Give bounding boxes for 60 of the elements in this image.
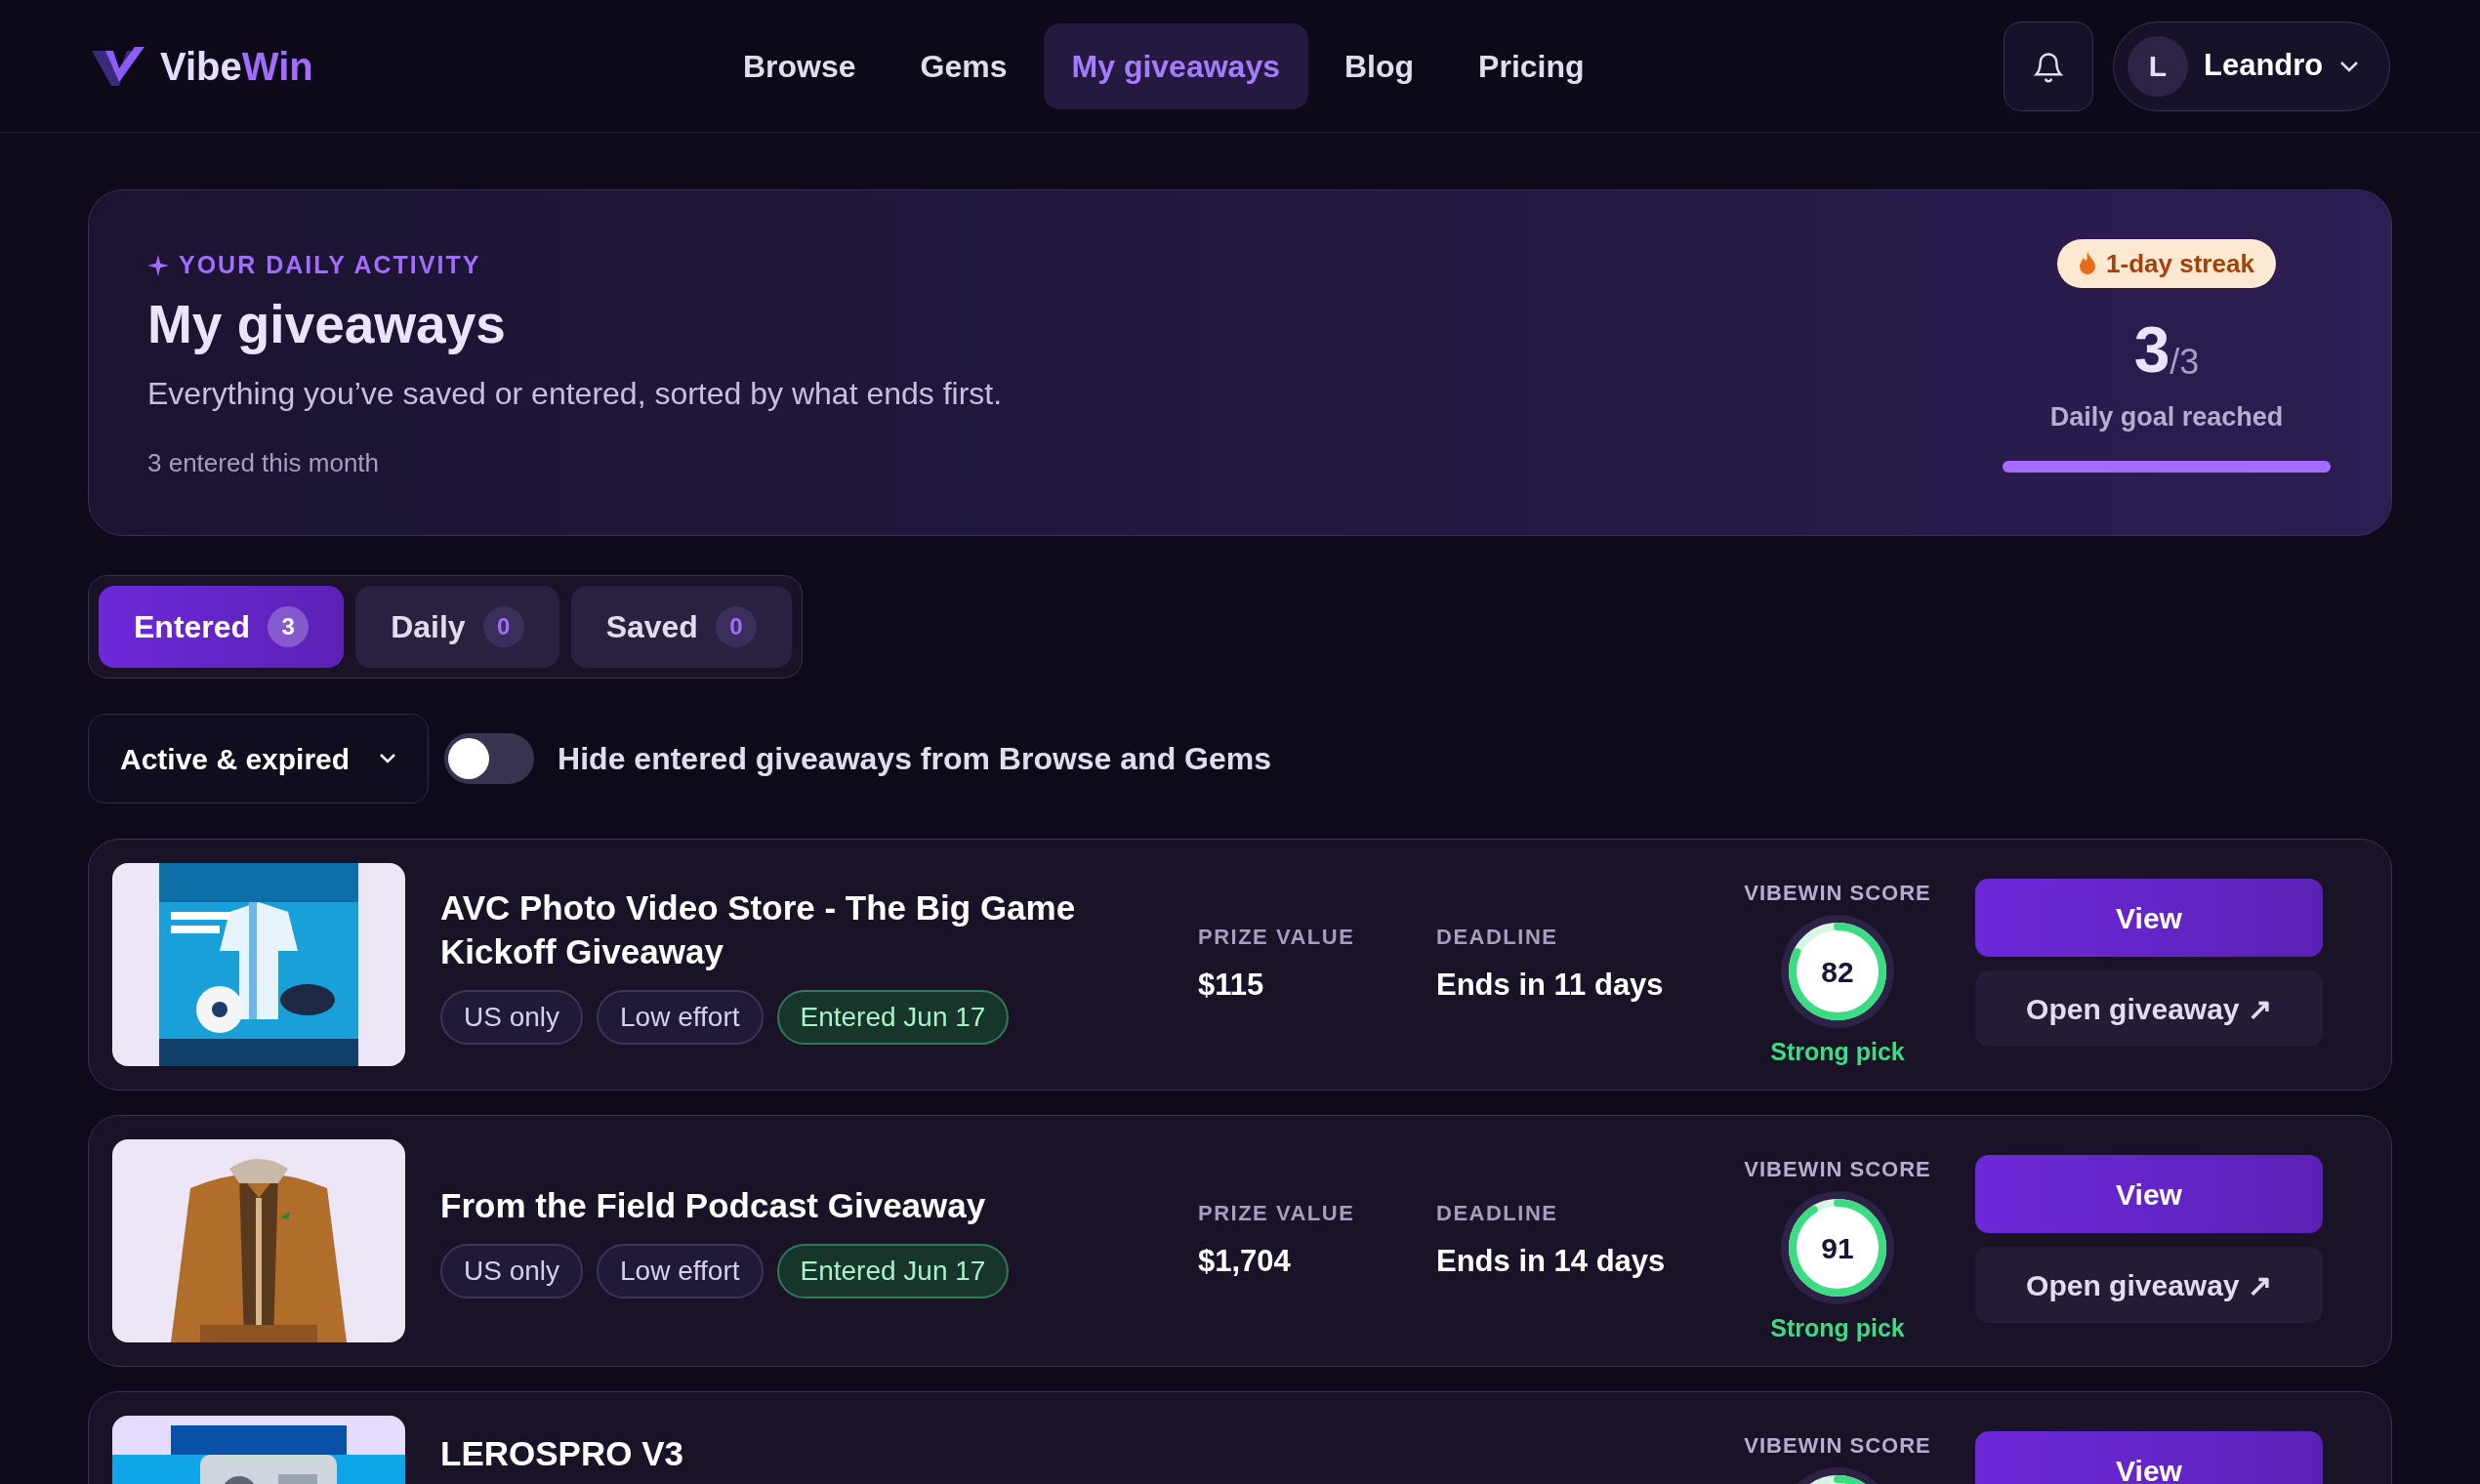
filter-tab[interactable]: Entered 3 [99, 586, 345, 668]
user-menu[interactable]: L Leandro [2113, 21, 2390, 111]
view-button[interactable]: View [1975, 1155, 2323, 1233]
sparkle-icon [147, 254, 169, 276]
brand-logo[interactable]: VibeWin [160, 36, 313, 96]
page-subtitle: Everything you’ve saved or entered, sorted by what ends first. [147, 374, 1004, 413]
tab-count-badge: 0 [715, 606, 757, 647]
toggle-label: Hide entered giveaways from Browse and Gems [558, 740, 1271, 778]
eyebrow-label: YOUR DAILY ACTIVITY [179, 250, 481, 280]
view-button[interactable]: View [1975, 879, 2323, 957]
deadline-value: Ends in 11 days [1436, 967, 1665, 1005]
entered-count-text: 3 entered this month [147, 446, 381, 479]
status-dropdown[interactable]: Active & expired [88, 714, 430, 804]
prize-value-label: PRIZE VALUE [1198, 1200, 1356, 1228]
score-label: VIBEWIN SCORE [1744, 880, 1931, 907]
score-value: 82 [1821, 954, 1854, 990]
prize-value: $1,704 [1198, 1243, 1292, 1281]
filter-tab[interactable]: Saved 0 [570, 586, 792, 668]
goal-count: 3 [2133, 317, 2170, 382]
tab-count-badge: 0 [482, 606, 524, 647]
page-title: My giveaways [147, 292, 507, 356]
giveaway-tag: US only [440, 1243, 584, 1298]
nav-link[interactable]: Gems [891, 22, 1036, 109]
deadline-value: Ends in 14 days [1436, 1243, 1667, 1281]
entered-date-tag: Entered Jun 17 [776, 1243, 1010, 1298]
flame-icon [2079, 252, 2097, 275]
tab-count-badge: 3 [268, 606, 310, 647]
score-label: VIBEWIN SCORE [1744, 1156, 1931, 1183]
score-verdict: Strong pick [1770, 1037, 1905, 1067]
user-avatar: L [2128, 35, 2188, 97]
user-name: Leandro [2204, 47, 2324, 85]
giveaway-title[interactable]: LEROSPRO V3 [440, 1431, 1163, 1476]
score-verdict: Strong pick [1770, 1313, 1905, 1343]
prize-value: $115 [1198, 967, 1265, 1005]
giveaway-tag: US only [440, 989, 584, 1045]
prize-value-label: PRIZE VALUE [1198, 924, 1356, 952]
giveaway-title[interactable]: From the Field Podcast Giveaway [440, 1183, 1163, 1228]
goal-total: /3 [2170, 345, 2200, 380]
giveaway-tag: Low effort [597, 989, 764, 1045]
entered-date-tag: Entered Jun 17 [776, 989, 1010, 1045]
deadline-label: DEADLINE [1436, 924, 1559, 952]
chevron-down-icon [379, 753, 397, 764]
giveaway-tag: Low effort [597, 1243, 764, 1298]
filter-tab[interactable]: Daily 0 [355, 586, 559, 668]
nav-link[interactable]: Browse [715, 22, 885, 109]
score-label: VIBEWIN SCORE [1744, 1432, 1931, 1460]
nav-link[interactable]: My giveaways [1043, 22, 1308, 109]
deadline-label: DEADLINE [1436, 1200, 1559, 1228]
nav-link[interactable]: Blog [1316, 22, 1443, 109]
open-giveaway-button[interactable]: Open giveaway ↗ [1975, 970, 2323, 1047]
notifications-button[interactable] [2004, 21, 2093, 111]
hide-entered-toggle[interactable] [444, 733, 535, 784]
giveaway-title[interactable]: AVC Photo Video Store - The Big Game Kickoff Giveaway [440, 885, 1163, 974]
streak-badge: 1-day streak [2057, 239, 2276, 288]
view-button[interactable]: View [1975, 1431, 2323, 1484]
nav-link[interactable]: Pricing [1450, 22, 1613, 109]
open-giveaway-button[interactable]: Open giveaway ↗ [1975, 1247, 2323, 1323]
chevron-down-icon [2338, 59, 2361, 73]
goal-label: Daily goal reached [2049, 401, 2284, 433]
score-value: 91 [1821, 1230, 1854, 1266]
